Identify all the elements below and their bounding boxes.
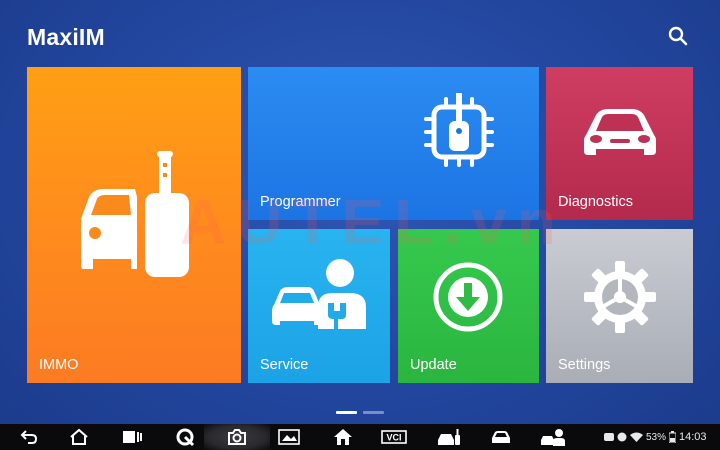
search-icon xyxy=(668,26,688,46)
tile-label-diagnostics: Diagnostics xyxy=(558,194,633,210)
home-icon xyxy=(70,428,88,445)
tile-label-service: Service xyxy=(260,357,309,373)
vci-label: VCI xyxy=(386,433,401,443)
clock: 14:03 xyxy=(679,431,707,443)
tile-label-update: Update xyxy=(410,357,457,373)
notification-icon xyxy=(604,433,614,441)
battery-icon xyxy=(669,431,677,443)
browser-button[interactable] xyxy=(168,424,202,450)
home-button[interactable] xyxy=(62,424,96,450)
tile-immo[interactable]: IMMO xyxy=(27,67,241,383)
tile-settings[interactable]: Settings xyxy=(546,229,693,383)
mechanic-icon xyxy=(272,259,366,329)
tile-update[interactable]: Update xyxy=(398,229,539,383)
tile-label-programmer: Programmer xyxy=(260,194,341,210)
battery-percent: 53% xyxy=(646,431,667,443)
search-button[interactable] xyxy=(664,22,692,50)
page-dot-active[interactable] xyxy=(336,411,357,414)
immo-shortcut-button[interactable] xyxy=(432,424,466,450)
service-shortcut-icon xyxy=(541,429,565,446)
recent-apps-icon xyxy=(123,431,142,443)
service-shortcut-button[interactable] xyxy=(536,424,570,450)
vci-button[interactable]: VCI xyxy=(377,424,411,450)
back-button[interactable] xyxy=(12,424,46,450)
back-icon xyxy=(20,430,38,444)
browser-icon xyxy=(176,428,195,447)
status-bar: 53% 14:03 xyxy=(604,424,720,450)
screenshot-button[interactable] xyxy=(272,424,306,450)
immo-shortcut-icon xyxy=(438,429,460,445)
tile-label-settings: Settings xyxy=(558,357,611,373)
car-icon xyxy=(584,109,656,155)
system-navbar: VCI 53% 14:03 xyxy=(0,424,720,450)
vci-icon: VCI xyxy=(381,430,407,444)
home-shortcut-icon xyxy=(334,429,352,445)
chip-key-icon xyxy=(424,93,494,167)
download-icon xyxy=(433,262,503,332)
tile-label-immo: IMMO xyxy=(39,357,79,373)
tile-diagnostics[interactable]: Diagnostics xyxy=(546,67,693,220)
camera-button[interactable] xyxy=(204,424,270,450)
message-icon xyxy=(617,432,627,442)
camera-icon xyxy=(228,429,246,445)
tile-service[interactable]: Service xyxy=(248,229,390,383)
car-key-icon xyxy=(81,151,189,277)
car-button[interactable] xyxy=(484,424,518,450)
page-indicator xyxy=(336,411,384,414)
app-title: MaxiIM xyxy=(27,24,105,50)
home-shortcut-button[interactable] xyxy=(326,424,360,450)
car-icon xyxy=(492,431,510,443)
gear-icon xyxy=(584,261,656,333)
wifi-icon xyxy=(630,432,643,442)
page-dot-inactive[interactable] xyxy=(363,411,384,414)
recent-apps-button[interactable] xyxy=(114,424,148,450)
tile-programmer[interactable]: Programmer xyxy=(248,67,539,220)
screenshot-icon xyxy=(278,429,300,445)
